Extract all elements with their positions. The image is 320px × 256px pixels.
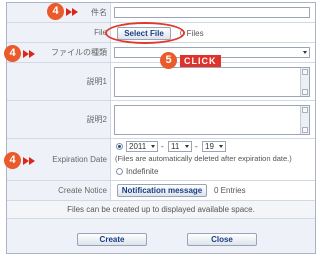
- actions-row: Create Close: [7, 219, 315, 253]
- step-4-badge: 4: [4, 152, 21, 169]
- arrow-icon: [29, 157, 35, 165]
- arrow-icon: [29, 50, 35, 58]
- close-button[interactable]: Close: [187, 233, 257, 246]
- create-button[interactable]: Create: [77, 233, 147, 246]
- notice-count: 0 Entries: [214, 186, 246, 195]
- scrollbar[interactable]: [300, 106, 309, 134]
- step-4-badge: 4: [4, 45, 21, 62]
- file-label: File: [7, 23, 111, 42]
- click-label: CLICK: [180, 55, 221, 67]
- month-select[interactable]: 11: [168, 141, 192, 152]
- expiration-date-radio[interactable]: [116, 143, 123, 150]
- description2-textarea[interactable]: [114, 105, 310, 135]
- description1-textarea[interactable]: [114, 67, 310, 97]
- indefinite-label: Indefinite: [126, 167, 159, 176]
- chevron-down-icon: [303, 51, 307, 54]
- space-info-text: Files can be created up to displayed ava…: [67, 205, 255, 214]
- step-4-badge: 4: [47, 3, 64, 20]
- expiration-note: (Files are automatically deleted after e…: [115, 154, 292, 163]
- description2-row: 説明2: [7, 101, 315, 139]
- date-separator: -: [161, 142, 164, 151]
- date-separator: -: [195, 142, 198, 151]
- info-row: Files can be created up to displayed ava…: [7, 201, 315, 219]
- notice-label: Create Notice: [7, 181, 111, 200]
- day-select[interactable]: 19: [202, 141, 226, 152]
- select-file-highlight: [105, 22, 185, 44]
- description1-row: 説明1: [7, 63, 315, 101]
- expiration-row: Expiration Date 2011 - 11 - 19 (Files ar…: [7, 139, 315, 181]
- step-5-badge: 5: [160, 52, 177, 69]
- chevron-down-icon: [185, 145, 189, 148]
- chevron-down-icon: [151, 145, 155, 148]
- subject-input[interactable]: [114, 7, 310, 18]
- notification-message-button[interactable]: Notification message: [117, 184, 207, 197]
- scrollbar[interactable]: [300, 68, 309, 96]
- year-select[interactable]: 2011: [126, 141, 158, 152]
- notice-row: Create Notice Notification message 0 Ent…: [7, 181, 315, 201]
- arrow-icon: [72, 8, 78, 16]
- description1-label: 説明1: [7, 63, 111, 100]
- indefinite-radio[interactable]: [116, 168, 123, 175]
- description2-label: 説明2: [7, 101, 111, 138]
- chevron-down-icon: [219, 145, 223, 148]
